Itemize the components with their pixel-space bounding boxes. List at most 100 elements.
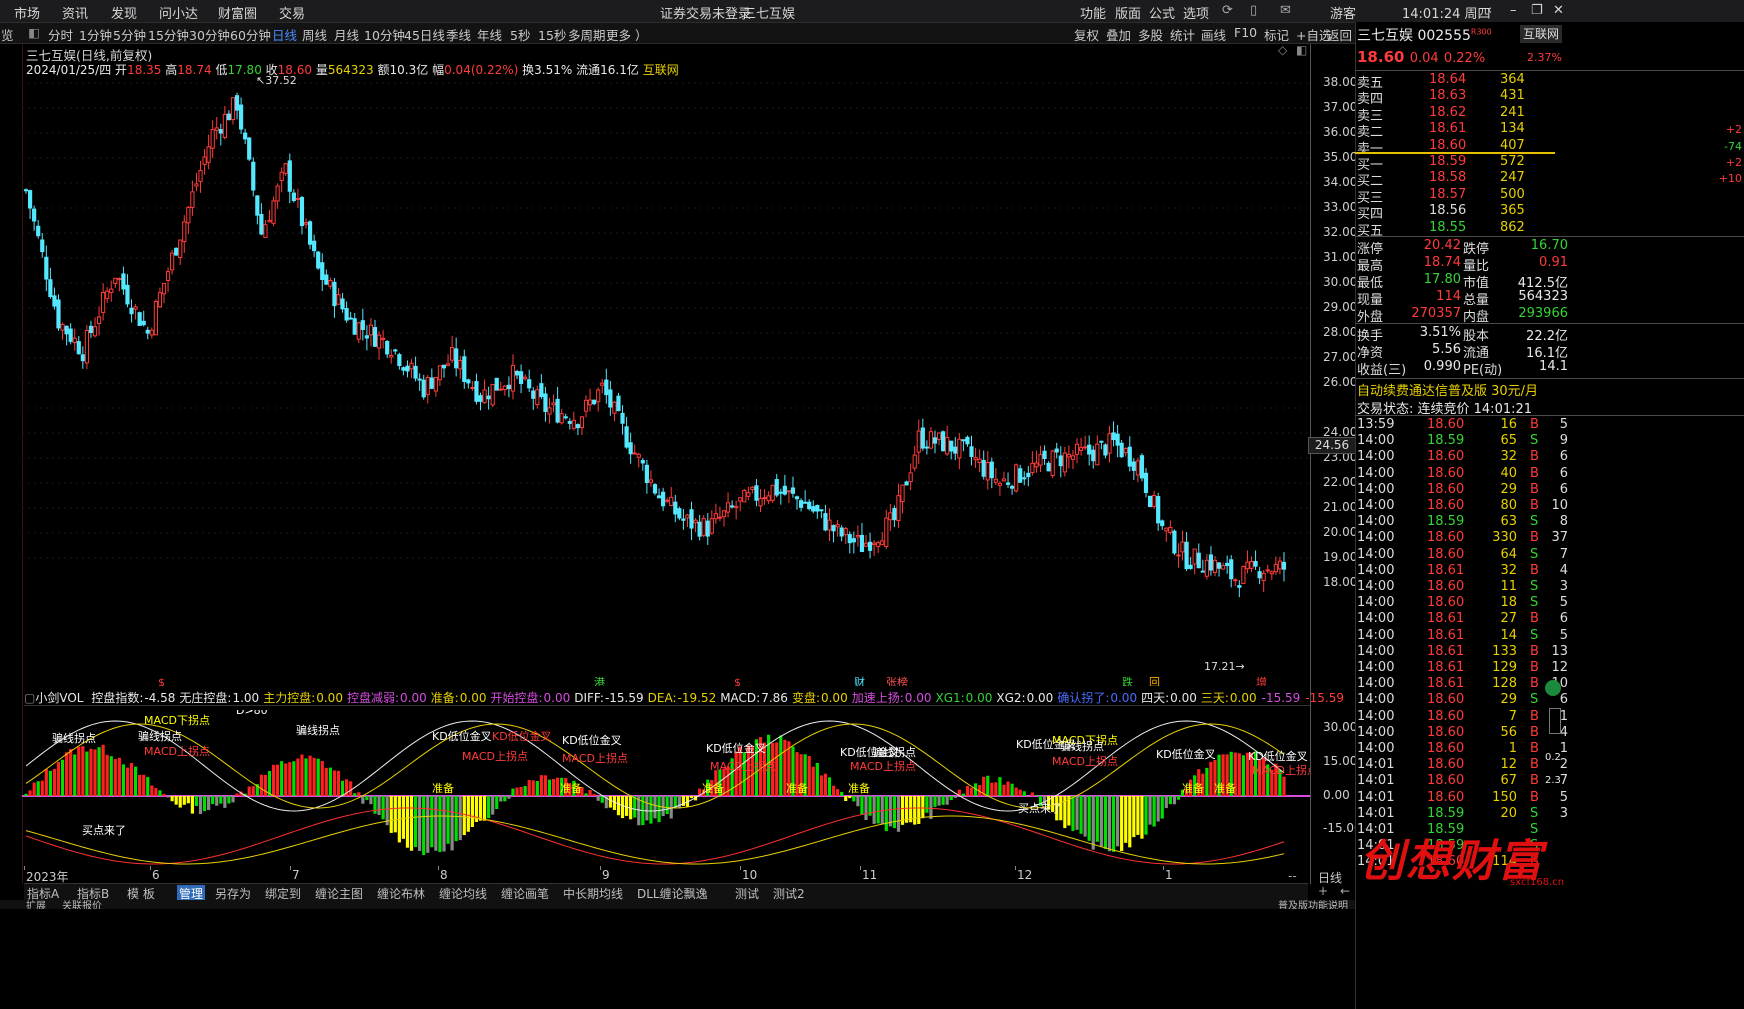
menu-item-ask[interactable]: 问小达 (159, 3, 198, 22)
indicator-close-icon[interactable]: ▢ (24, 691, 35, 705)
draw-button[interactable]: 画线 (1201, 25, 1226, 44)
event-marker[interactable]: $ (158, 676, 165, 686)
period-tab-timeshare[interactable]: 分时 (48, 25, 73, 44)
status-related[interactable]: 关联报价 (62, 900, 102, 909)
tick-count: 3 (1559, 805, 1568, 821)
menu-item-options[interactable]: 选项 (1183, 3, 1209, 22)
period-tab-more[interactable]: 更多 ） (606, 25, 647, 44)
source-badge[interactable]: 互联网 (1520, 25, 1562, 43)
status-help[interactable]: 普及版功能说明 (1278, 900, 1348, 909)
diamond-icon[interactable]: ◇ (1278, 43, 1287, 57)
back-icon[interactable]: ‹ (1487, 3, 1492, 18)
menu-item-trade[interactable]: 交易 (279, 3, 305, 22)
zoom-in-icon[interactable]: + (1318, 884, 1328, 898)
candle-body (876, 542, 881, 548)
menu-item-market[interactable]: 市场 (14, 3, 40, 22)
chart-menu-icon[interactable]: ⌄ (139, 42, 150, 57)
zoom-out-icon[interactable]: -- (1288, 869, 1297, 883)
event-marker[interactable]: 回 (1149, 676, 1160, 686)
expand-icon[interactable]: ◧ (1296, 43, 1307, 57)
scroll-gauge[interactable] (1549, 708, 1561, 734)
period-tab-15s[interactable]: 15秒 (538, 25, 566, 44)
event-marker[interactable]: 跌 (1122, 675, 1133, 686)
adjust-button[interactable]: 复权 (1074, 25, 1099, 44)
menu-item-layout[interactable]: 版面 (1115, 3, 1141, 22)
tick-count: 5 (1559, 595, 1568, 611)
indicator-bar (211, 796, 215, 805)
tick-side: B (1530, 417, 1539, 432)
mark-button[interactable]: 标记 (1264, 25, 1289, 44)
candle-body (969, 446, 974, 457)
panel-toggle-icon[interactable]: ◧ (28, 25, 40, 40)
event-marker[interactable]: 张榜 (886, 675, 908, 686)
period-tab-year[interactable]: 年线 (477, 25, 502, 44)
event-marker[interactable]: 财 (854, 675, 865, 686)
overlay-button[interactable]: 叠加 (1106, 25, 1131, 44)
close-icon[interactable]: ✕ (1553, 3, 1564, 18)
minimize-icon[interactable]: – (1510, 3, 1517, 18)
period-tab-daily[interactable]: 日线 (272, 25, 297, 44)
period-tab-15min[interactable]: 15分钟 (148, 25, 189, 44)
phone-icon[interactable]: ▯ (1250, 3, 1257, 18)
indicator-bar (969, 787, 974, 796)
live-indicator-icon[interactable] (1545, 680, 1561, 696)
candle-body (307, 221, 313, 245)
ad-banner[interactable]: 自动续费通达信普及版 30元/月 (1357, 380, 1538, 399)
indicator-bar (1128, 796, 1132, 848)
indicator-chart[interactable]: 骗线拐点MACD下拐点骗线拐点MACD上拐点D>80骗线拐点 KD低位金叉 KD低位… (22, 710, 1310, 870)
period-tab-45day[interactable]: 45日线 (404, 25, 445, 44)
period-tab-quarter[interactable]: 季线 (446, 25, 471, 44)
watchlist-label[interactable]: 览 (1, 25, 14, 44)
event-marker[interactable]: $ (734, 676, 741, 686)
period-tab-monthly[interactable]: 月线 (334, 25, 359, 44)
candle-body (604, 379, 609, 396)
return-button[interactable]: 返回 (1327, 25, 1352, 44)
tick-volume: 63 (1500, 514, 1517, 530)
book-delta: +10 (1718, 172, 1742, 186)
candle-body (872, 542, 877, 546)
tick-list[interactable]: 13:59 18.60 16 B 5 14:00 18.59 65 S 9 14:00 18.60 32… (1355, 416, 1744, 896)
tick-time: 14:00 (1357, 514, 1395, 530)
candle-body (1018, 468, 1023, 483)
login-notice[interactable]: 证券交易未登录 (660, 3, 751, 22)
period-tab-5s[interactable]: 5秒 (510, 25, 530, 44)
menu-item-function[interactable]: 功能 (1080, 3, 1106, 22)
candle-body (539, 383, 544, 398)
menu-item-news[interactable]: 资讯 (62, 3, 88, 22)
stats-button[interactable]: 统计 (1170, 25, 1195, 44)
event-marker[interactable]: 增 (1256, 675, 1267, 686)
user-label[interactable]: 游客 (1330, 3, 1356, 22)
refresh-icon[interactable]: ⟳ (1222, 3, 1233, 18)
status-extend[interactable]: 扩展 (26, 900, 46, 909)
indicator-bar (263, 774, 268, 796)
signal-label: 骗线拐点 (138, 729, 182, 743)
candlestick-chart[interactable]: ↖37.52 17.21→ $ 港 $ 财 张榜 跌 回 增 (22, 66, 1310, 686)
period-tab-30min[interactable]: 30分钟 (189, 25, 230, 44)
menu-item-circle[interactable]: 财富圈 (218, 3, 257, 22)
scroll-left-icon[interactable]: ← (1340, 884, 1350, 898)
indicator-name[interactable]: 小剑VOL (35, 691, 83, 705)
candle-body (867, 541, 873, 551)
event-marker[interactable]: 港 (594, 676, 605, 686)
candle-body (64, 325, 69, 335)
period-tab-10min[interactable]: 10分钟 (364, 25, 405, 44)
indicator-key: 变盘: (791, 691, 820, 705)
indicator-bar (158, 790, 162, 796)
tick-time: 14:00 (1357, 595, 1395, 611)
menu-item-formula[interactable]: 公式 (1149, 3, 1175, 22)
period-tab-multi[interactable]: 多周期 (568, 25, 606, 44)
multi-stock-button[interactable]: 多股 (1138, 25, 1163, 44)
period-tab-60min[interactable]: 60分钟 (230, 25, 271, 44)
f10-button[interactable]: F10 (1234, 25, 1257, 40)
period-tab-weekly[interactable]: 周线 (302, 25, 327, 44)
indicator-bar (454, 796, 458, 842)
mail-icon[interactable]: ✉ (1280, 3, 1291, 18)
indicator-bar (677, 796, 681, 809)
indicator-bar (267, 771, 272, 796)
restore-icon[interactable]: ❐ (1531, 3, 1543, 18)
candle-body (218, 129, 223, 134)
candle-body (1156, 496, 1161, 524)
period-tab-1min[interactable]: 1分钟 (79, 25, 112, 44)
menu-item-discover[interactable]: 发现 (111, 3, 137, 22)
candle-body (393, 349, 398, 352)
